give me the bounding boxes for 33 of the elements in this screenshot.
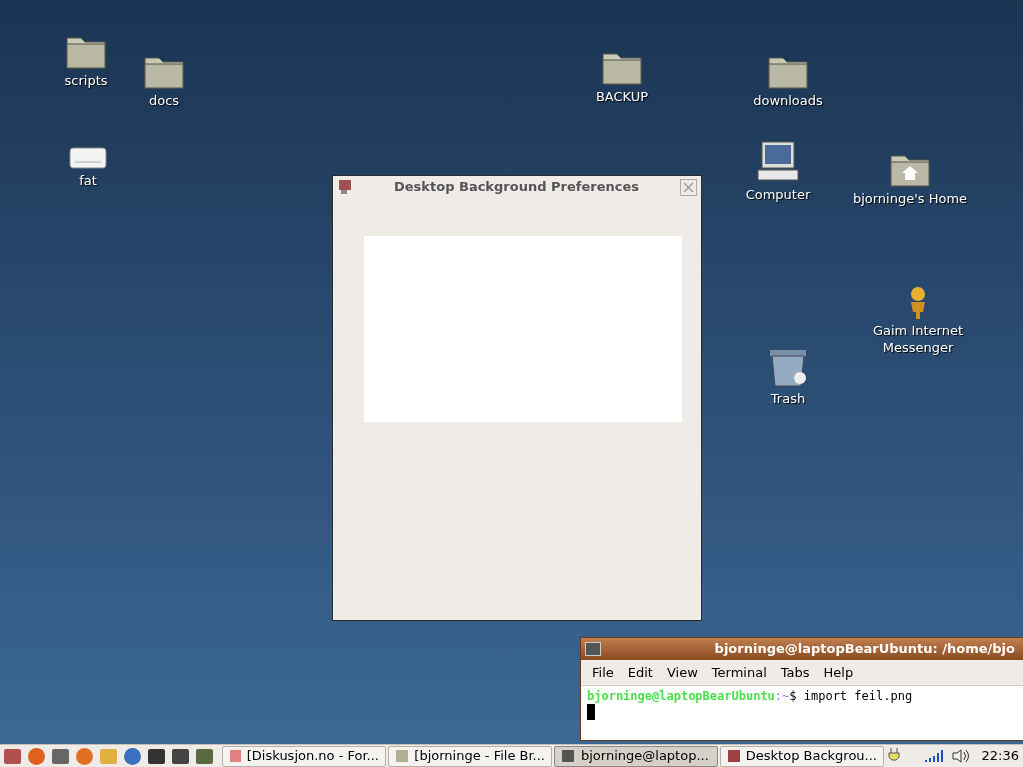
icon-label[interactable]: fat	[79, 172, 97, 189]
icon-label[interactable]: BACKUP	[595, 88, 649, 105]
task-button[interactable]: Desktop Backgrou...	[720, 745, 884, 767]
task-button[interactable]: bjorninge@laptop...	[554, 745, 718, 767]
app-icon	[229, 749, 241, 763]
icon-label[interactable]: Trash	[770, 390, 806, 407]
text-cursor	[587, 704, 595, 720]
icon-label[interactable]: bjorninge's Home	[852, 190, 968, 207]
drive-icon[interactable]	[69, 146, 107, 170]
terminal-line: bjorninge@laptopBearUbuntu:~$ import feil.png	[586, 688, 914, 704]
icon-label[interactable]: downloads	[753, 92, 823, 109]
menu-item[interactable]: Help	[823, 662, 854, 683]
app-icon	[727, 749, 740, 763]
icon-label[interactable]: Computer	[745, 186, 811, 203]
menu-item[interactable]: Terminal	[711, 662, 767, 683]
window-title: Desktop Background Preferences	[393, 178, 640, 197]
menu-item[interactable]: File	[592, 662, 614, 683]
app-icon	[395, 749, 409, 763]
icon-label[interactable]: Gaim Internet Messenger	[858, 322, 978, 356]
volume-icon[interactable]	[951, 749, 970, 763]
task-button[interactable]: [bjorninge - File Br...	[388, 745, 552, 767]
window-title: bjorninge@laptopBearUbuntu: /home/bjo	[713, 640, 1016, 659]
icon-label[interactable]: scripts	[64, 72, 108, 89]
task-button[interactable]: [Diskusjon.no - For...	[222, 745, 386, 767]
menu-item[interactable]: View	[666, 662, 698, 683]
menu-item[interactable]: Edit	[627, 662, 653, 683]
icon-label[interactable]: docs	[148, 92, 180, 109]
signal-strength-icon[interactable]	[923, 750, 944, 762]
computer-icon[interactable]	[756, 140, 800, 184]
terminal-icon	[585, 642, 601, 656]
menu-item[interactable]: Tabs	[780, 662, 810, 683]
app-icon	[561, 749, 575, 763]
clock[interactable]: 22:36	[977, 746, 1019, 766]
